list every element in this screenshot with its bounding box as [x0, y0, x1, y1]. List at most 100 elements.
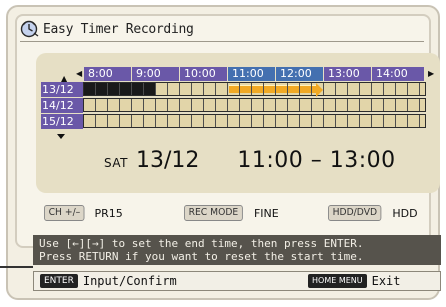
grid-line — [215, 99, 216, 111]
grid-line — [167, 115, 168, 127]
rec-mode-key[interactable]: REC MODE — [184, 205, 243, 221]
grid-line — [275, 83, 276, 95]
grid-line — [143, 99, 144, 111]
date-row-label: 13/12 — [41, 82, 83, 97]
date-row-label: 14/12 — [41, 98, 83, 113]
grid-line — [371, 115, 372, 127]
grid-line — [311, 83, 312, 95]
grid-line — [251, 99, 252, 111]
media-value: HDD — [392, 206, 418, 220]
grid-line — [275, 99, 276, 111]
grid-line — [179, 83, 180, 95]
grid-line — [107, 115, 108, 127]
grid-line — [239, 99, 240, 111]
grid-line — [263, 115, 264, 127]
enter-key[interactable]: ENTER — [40, 274, 78, 288]
grid-line — [119, 99, 120, 111]
timeline-hour-13: 13:00 — [324, 67, 371, 81]
home-menu-key[interactable]: HOME MENU — [308, 274, 367, 288]
scroll-right-icon[interactable]: ▶ — [428, 70, 434, 78]
grid-line — [239, 115, 240, 127]
grid-line — [383, 115, 384, 127]
grid-line — [191, 83, 192, 95]
channel-value: PR15 — [94, 206, 123, 220]
grid-line — [407, 115, 408, 127]
grid-line — [383, 83, 384, 95]
timeline-hour-9: 9:00 — [132, 67, 179, 81]
grid-line — [131, 83, 132, 95]
media-control[interactable]: HDD/DVD HDD — [328, 205, 418, 221]
grid-line — [155, 115, 156, 127]
scroll-left-icon[interactable]: ◀ — [76, 70, 82, 78]
grid-line — [335, 83, 336, 95]
grid-line — [359, 83, 360, 95]
exit-label: Exit — [371, 274, 401, 288]
grid-line — [131, 115, 132, 127]
channel-control[interactable]: CH +/– PR15 — [44, 205, 123, 221]
footer-bar: ENTER Input/Confirm HOME MENU Exit — [33, 271, 441, 291]
grid-line — [335, 99, 336, 111]
grid-line — [155, 99, 156, 111]
enter-label: Input/Confirm — [82, 274, 177, 288]
grid-line — [191, 115, 192, 127]
grid-line — [179, 99, 180, 111]
grid-line — [227, 83, 228, 95]
grid-line — [107, 99, 108, 111]
grid-line — [371, 83, 372, 95]
grid-line — [95, 99, 96, 111]
grid-line — [335, 115, 336, 127]
grid-line — [287, 99, 288, 111]
time-range: 11:00 – 13:00 — [237, 148, 396, 173]
page-down-icon[interactable] — [57, 134, 65, 139]
grid-line — [131, 99, 132, 111]
grid-line — [167, 99, 168, 111]
grid-line — [155, 83, 156, 95]
grid-line — [323, 99, 324, 111]
grid-line — [215, 115, 216, 127]
grid-line — [203, 83, 204, 95]
clock-icon — [20, 20, 39, 38]
grid-line — [407, 99, 408, 111]
date-row-timeline[interactable] — [83, 98, 426, 112]
rec-mode-control[interactable]: REC MODE FINE — [184, 205, 279, 221]
page-title: Easy Timer Recording — [43, 21, 194, 37]
grid-line — [323, 115, 324, 127]
media-key[interactable]: HDD/DVD — [328, 205, 382, 221]
grid-line — [263, 99, 264, 111]
divider-line — [0, 266, 33, 268]
grid-line — [95, 83, 96, 95]
grid-line — [395, 115, 396, 127]
grid-line — [395, 99, 396, 111]
grid-line — [203, 99, 204, 111]
date-row-timeline[interactable] — [83, 82, 426, 97]
grid-line — [299, 83, 300, 95]
timeline-hour-10: 10:00 — [180, 67, 227, 81]
timeline-hour-12: 12:00 — [276, 67, 323, 81]
grid-line — [251, 115, 252, 127]
selected-date: 13/12 — [135, 148, 200, 173]
grid-line — [371, 99, 372, 111]
home-menu-group[interactable]: HOME MENU Exit — [308, 274, 401, 288]
grid-line — [143, 83, 144, 95]
selected-time-bar[interactable] — [229, 83, 323, 97]
rec-mode-value: FINE — [253, 206, 279, 220]
grid-line — [239, 83, 240, 95]
grid-line — [167, 83, 168, 95]
grid-line — [263, 83, 264, 95]
grid-line — [407, 83, 408, 95]
grid-line — [119, 83, 120, 95]
timeline-hour-14: 14:00 — [372, 67, 424, 81]
grid-line — [287, 83, 288, 95]
help-message: Use [←][→] to set the end time, then pre… — [33, 235, 441, 265]
day-of-week: SAT — [104, 156, 128, 170]
grid-line — [419, 115, 420, 127]
timeline-hour-8: 8:00 — [84, 67, 131, 81]
grid-line — [419, 99, 420, 111]
grid-line — [203, 115, 204, 127]
grid-line — [359, 99, 360, 111]
title-bar: Easy Timer Recording — [20, 18, 194, 40]
grid-line — [347, 115, 348, 127]
channel-key[interactable]: CH +/– — [44, 205, 85, 221]
date-row-timeline[interactable] — [83, 114, 426, 128]
grid-line — [347, 83, 348, 95]
